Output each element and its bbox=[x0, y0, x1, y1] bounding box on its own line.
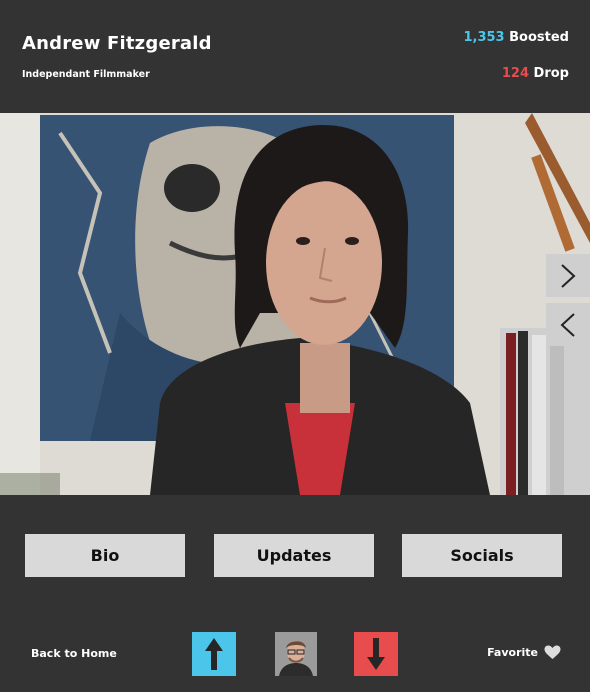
footer-bar: Back to Home Favorite bbox=[0, 630, 590, 676]
boosted-stat: 1,353 Boosted bbox=[463, 30, 569, 45]
next-photo-button[interactable] bbox=[546, 254, 590, 297]
profile-tabs: Bio Updates Socials bbox=[0, 534, 590, 578]
boosted-count: 1,353 bbox=[463, 30, 505, 45]
profile-name: Andrew Fitzgerald bbox=[22, 33, 212, 54]
tab-bio[interactable]: Bio bbox=[25, 534, 185, 577]
tab-socials[interactable]: Socials bbox=[402, 534, 562, 577]
chevron-left-icon bbox=[560, 312, 575, 337]
tab-updates[interactable]: Updates bbox=[214, 534, 374, 577]
favorite-label: Favorite bbox=[487, 646, 538, 659]
avatar-image bbox=[275, 632, 317, 676]
profile-role: Independant Filmmaker bbox=[22, 69, 150, 80]
boost-button[interactable] bbox=[192, 632, 236, 676]
favorite-button[interactable]: Favorite bbox=[487, 645, 561, 660]
drop-label: Drop bbox=[533, 66, 569, 81]
profile-header: Andrew Fitzgerald Independant Filmmaker … bbox=[0, 0, 590, 113]
previous-photo-button[interactable] bbox=[546, 303, 590, 346]
arrow-up-icon bbox=[205, 638, 223, 670]
boosted-label: Boosted bbox=[509, 30, 569, 45]
back-to-home-link[interactable]: Back to Home bbox=[31, 647, 117, 660]
drop-stat: 124 Drop bbox=[502, 66, 569, 81]
profile-photo bbox=[0, 113, 590, 495]
portrait-image bbox=[0, 113, 590, 495]
heart-icon bbox=[544, 645, 561, 659]
avatar[interactable] bbox=[275, 632, 317, 676]
chevron-right-icon bbox=[561, 263, 576, 288]
drop-count: 124 bbox=[501, 66, 530, 81]
arrow-down-icon bbox=[367, 638, 385, 670]
drop-button[interactable] bbox=[354, 632, 398, 676]
